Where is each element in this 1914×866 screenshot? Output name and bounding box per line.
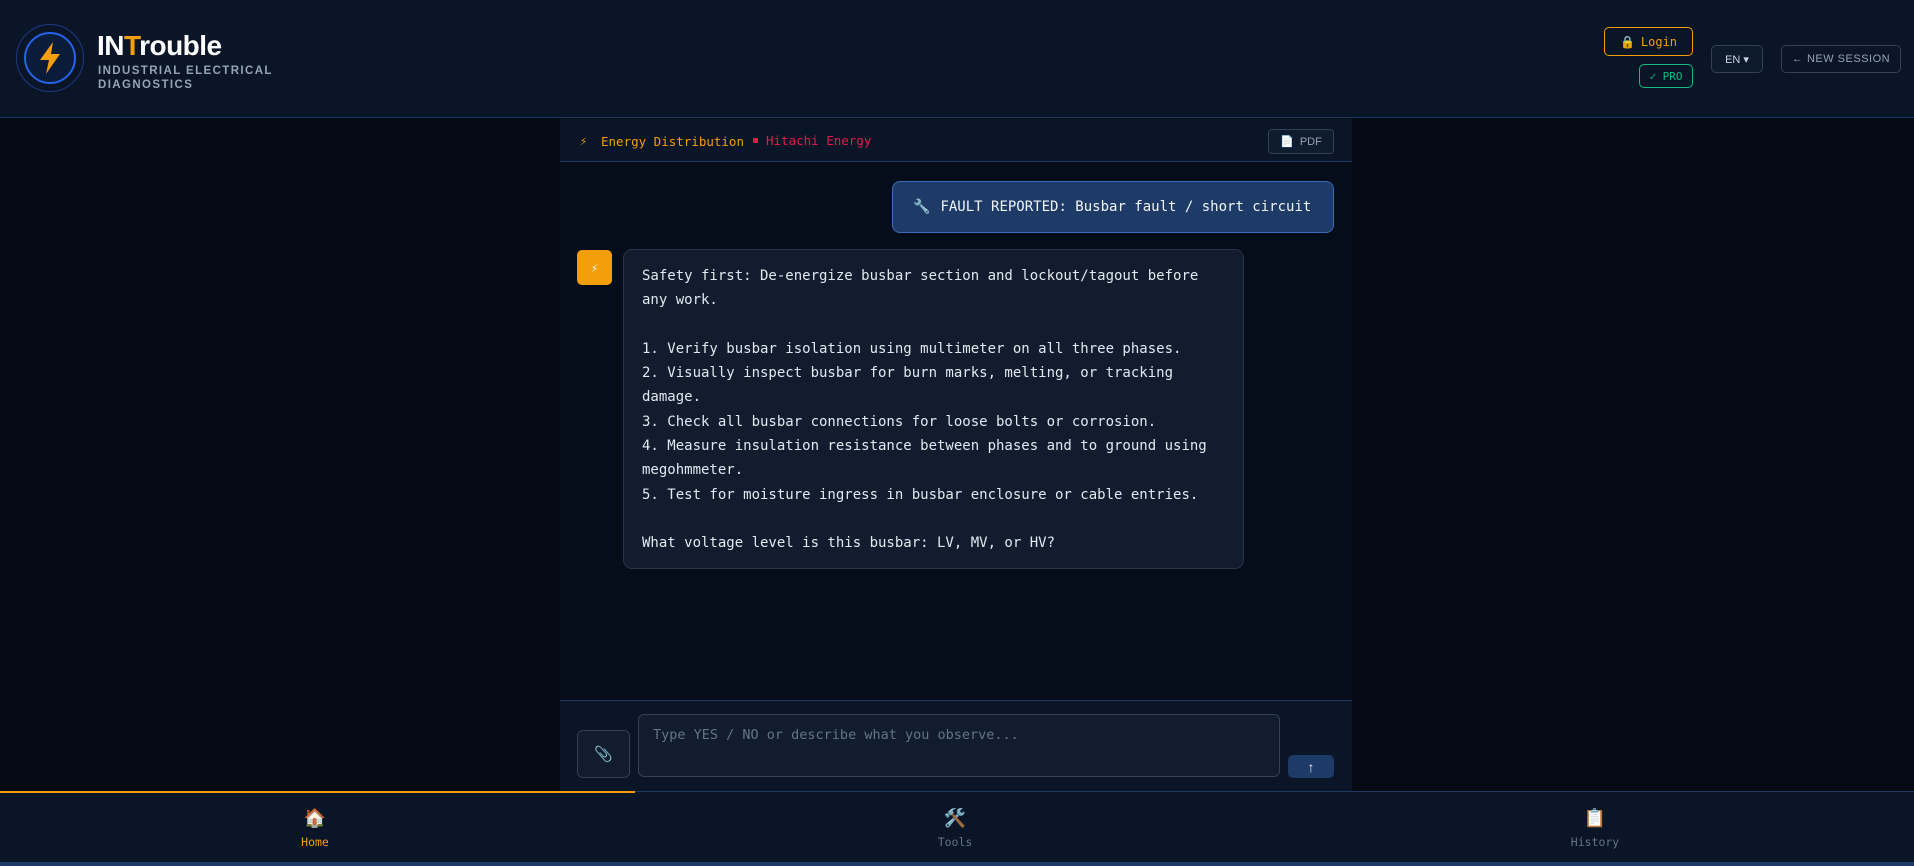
pdf-button[interactable]: 📄 PDF <box>1268 129 1334 154</box>
category-label: Energy Distribution <box>601 134 744 149</box>
lock-icon: 🔒 <box>1619 34 1635 49</box>
clipboard-icon: 📋 <box>1583 808 1607 829</box>
language-select[interactable]: EN ▾ <box>1711 45 1763 73</box>
home-icon: 🏠 <box>303 808 327 829</box>
paperclip-icon: 📎 <box>594 746 613 763</box>
new-session-button[interactable]: ← NEW SESSION <box>1781 45 1901 73</box>
bot-message: Safety first: De-energize busbar section… <box>623 249 1244 569</box>
attach-button[interactable]: 📎 <box>577 730 630 778</box>
nav-divider <box>635 791 1914 792</box>
tools-icon: 🛠️ <box>943 808 967 829</box>
lightning-icon: ⚡ <box>580 134 588 148</box>
active-tab-indicator <box>0 791 635 793</box>
nav-item-history[interactable]: 📋 History <box>1535 808 1655 850</box>
app-title: INTrouble <box>97 30 222 61</box>
manufacturer-label: Hitachi Energy <box>766 133 872 148</box>
pro-badge: ✓ PRO <box>1639 64 1693 88</box>
user-message: 🔧 FAULT REPORTED: Busbar fault / short c… <box>892 181 1334 233</box>
document-icon: 📄 <box>1280 136 1294 148</box>
lightning-logo-icon <box>24 32 76 84</box>
nav-item-home[interactable]: 🏠 Home <box>255 808 375 850</box>
chat-panel: ⚡ Energy Distribution Hitachi Energy 📄 P… <box>560 119 1352 791</box>
bottom-nav: 🏠 Home 🛠️ Tools 📋 History <box>0 791 1914 866</box>
context-bar: ⚡ Energy Distribution Hitachi Energy 📄 P… <box>560 119 1352 162</box>
login-button[interactable]: 🔒 Login <box>1604 27 1693 56</box>
wrench-icon: 🔧 <box>913 199 931 215</box>
manufacturer-dot-icon <box>753 138 758 143</box>
bot-avatar-lightning-icon: ⚡ <box>577 250 612 285</box>
message-composer: 📎 ↑ <box>560 700 1352 791</box>
app-subtitle: INDUSTRIAL ELECTRICAL DIAGNOSTICS <box>98 65 273 91</box>
send-button[interactable]: ↑ <box>1288 755 1334 778</box>
arrow-up-icon: ↑ <box>1307 758 1315 775</box>
nav-bottom-border <box>0 862 1914 866</box>
app-header: INTrouble INDUSTRIAL ELECTRICAL DIAGNOST… <box>0 0 1914 118</box>
message-input[interactable] <box>638 714 1280 777</box>
logo <box>16 24 84 92</box>
nav-item-tools[interactable]: 🛠️ Tools <box>895 808 1015 850</box>
